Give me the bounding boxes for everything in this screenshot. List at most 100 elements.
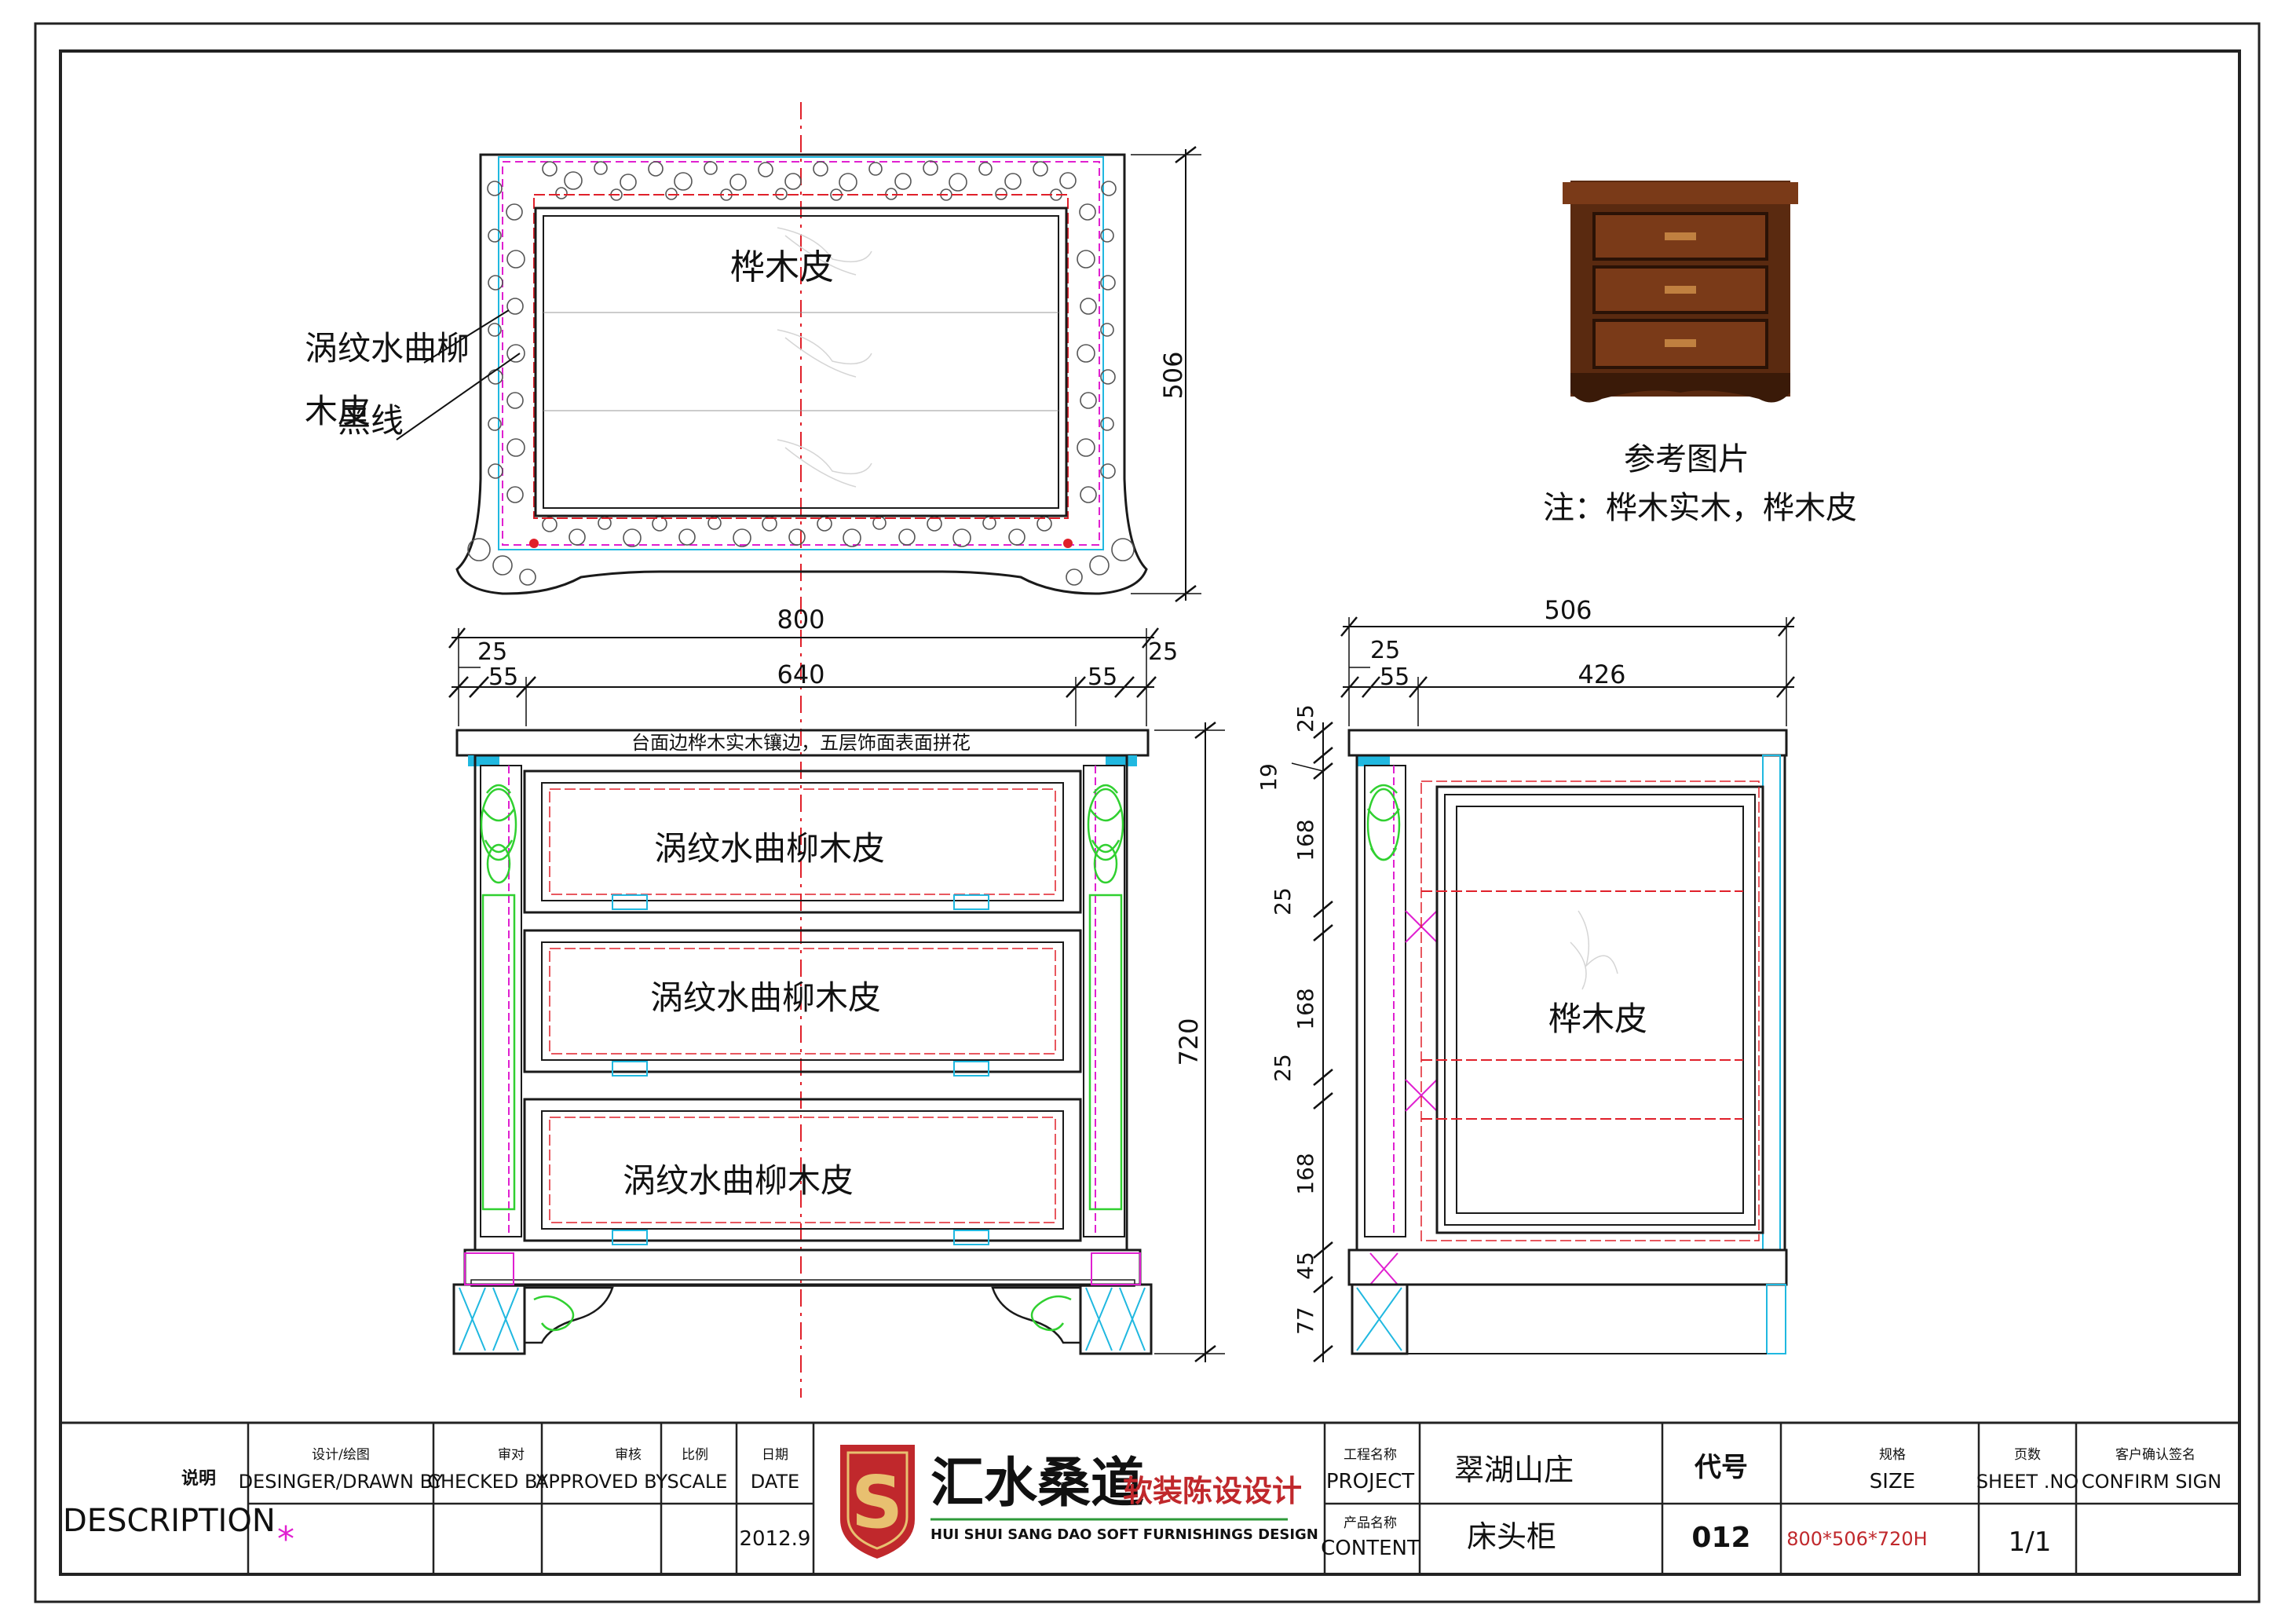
drawer-3-handle-left: [612, 1230, 648, 1245]
tb-checked-cn: 审对: [498, 1447, 525, 1463]
tb-sheet-en: SHEET .NO: [1976, 1471, 2078, 1493]
ref-handle-3: [1665, 339, 1696, 347]
tb-sheet-cn: 页数: [2014, 1447, 2041, 1463]
side-vdim-45: 45: [1292, 1252, 1318, 1280]
tb-designer-en: DESINGER/DRAWN BY: [239, 1471, 444, 1493]
drawer-1-handle-right: [953, 894, 989, 910]
front-cap-left: [468, 755, 499, 766]
tb-company-cn: 汇水桑道: [930, 1453, 1144, 1515]
side-dim-total: 506: [1544, 595, 1592, 625]
tb-size-en: SIZE: [1870, 1470, 1915, 1493]
tb-confirm-cn: 客户确认签名: [2115, 1447, 2195, 1463]
front-cap-right: [1106, 755, 1137, 766]
top-ornament-left: [487, 181, 525, 503]
company-logo: S: [840, 1445, 915, 1559]
drawer-1-handle-left: [612, 894, 648, 910]
front-drawer-1-label: 涡纹水曲柳木皮: [654, 829, 885, 868]
front-view: 800 25 25 55 55 640 台面边桦木实木镶边，五层饰面表面拼花 涡…: [448, 605, 1225, 1362]
side-back-post: [1762, 755, 1781, 1251]
side-vdim-77: 77: [1292, 1307, 1318, 1335]
top-callout-line3: 黑线: [338, 401, 404, 440]
front-carving-right: [1087, 784, 1124, 1211]
top-callout-line1: 涡纹水曲柳: [305, 329, 470, 367]
side-cap: [1357, 755, 1390, 766]
side-material-label: 桦木皮: [1548, 1000, 1647, 1038]
tb-company-en: HUI SHUI SANG DAO SOFT FURNISHINGS DESIG…: [930, 1526, 1318, 1543]
tb-scale-cn: 比例: [682, 1447, 708, 1463]
side-vdim-19-leader: [1291, 762, 1324, 772]
tb-desc-cn: 说明: [181, 1468, 216, 1489]
front-bracket-right-carve: [1030, 1295, 1072, 1332]
side-panel-grain: [1570, 910, 1618, 990]
top-band-magenta: [502, 161, 1100, 546]
drawing-sheet: 桦木皮 涡纹水曲柳 木皮 黑线 506 参考图片 注：桦木实木，桦木皮 800: [34, 22, 2261, 1603]
outer-border: [34, 22, 2261, 1603]
front-dim-640: 640: [777, 660, 824, 689]
tb-date-en: DATE: [751, 1471, 799, 1493]
side-vdim-25b: 25: [1270, 887, 1296, 916]
ref-cabinet-feet: [1570, 373, 1790, 403]
tb-project-en: PROJECT: [1326, 1470, 1414, 1493]
side-vdim-25a: 25: [1292, 704, 1318, 733]
side-view: 506 25 55 426 桦木皮 25 19 168 25 168 25 16…: [1256, 595, 1795, 1362]
ref-caption: 参考图片: [1624, 441, 1749, 477]
drawer-3-handle-right: [953, 1230, 989, 1245]
tb-confirm-en: CONFIRM SIGN: [2082, 1471, 2221, 1493]
front-foot-left: [452, 1252, 526, 1355]
side-cross-marks: [1369, 910, 1438, 1285]
tb-code-label: 代号: [1694, 1452, 1748, 1483]
front-dim-height: 720: [1174, 1018, 1204, 1066]
side-foot-left-x: [1356, 1287, 1402, 1351]
drawer-2-handle-right: [953, 1061, 989, 1077]
tb-date-value: 2012.9: [740, 1527, 811, 1551]
top-corner-dot-right: [1063, 539, 1073, 548]
front-carving-left: [480, 784, 517, 1211]
front-dim-55-right: 55: [1088, 663, 1117, 691]
tb-desc-en: DESCRIPTION: [63, 1503, 276, 1539]
tb-content-cn: 产品名称: [1344, 1515, 1397, 1531]
front-drawer-3-label: 涡纹水曲柳木皮: [623, 1161, 854, 1200]
tb-content-en: CONTENT: [1321, 1537, 1420, 1560]
front-bracket-left: [523, 1286, 614, 1344]
side-vdim-168c: 168: [1292, 1153, 1318, 1194]
tb-company-tag: 软装陈设设计: [1123, 1474, 1302, 1508]
front-top-note: 台面边桦木实木镶边，五层饰面表面拼花: [631, 732, 971, 754]
ref-handle-1: [1665, 232, 1696, 240]
top-corner-dot-left: [529, 539, 539, 548]
ref-note: 注：桦木实木，桦木皮: [1543, 490, 1857, 526]
top-dim-height: 506: [1158, 351, 1188, 399]
side-vdim-168b: 168: [1292, 988, 1318, 1029]
tb-project-value: 翠湖山庄: [1454, 1453, 1574, 1487]
front-foot-right: [1079, 1252, 1153, 1355]
side-vdim-19: 19: [1256, 763, 1281, 791]
tb-content-value: 床头柜: [1467, 1519, 1556, 1554]
top-material-label: 桦木皮: [730, 247, 834, 287]
tb-size-cn: 规格: [1879, 1447, 1906, 1463]
tb-size-value: 800*506*720H: [1786, 1528, 1927, 1550]
front-dim-25-right: 25: [1148, 638, 1178, 666]
front-bracket-right: [991, 1286, 1082, 1344]
side-post: [1364, 765, 1406, 1237]
side-top-slab: [1347, 729, 1788, 757]
tb-scale-en: SCALE: [667, 1471, 728, 1493]
ref-cabinet-top: [1563, 182, 1798, 204]
title-block: 说明 DESCRIPTION 设计/绘图 DESINGER/DRAWN BY 审…: [59, 1421, 2241, 1576]
reference-photo: 参考图片 注：桦木实木，桦木皮: [1543, 181, 1857, 526]
front-drawer-2-label: 涡纹水曲柳木皮: [650, 978, 881, 1017]
ref-handle-2: [1665, 286, 1696, 294]
front-dim-55-left: 55: [488, 663, 518, 691]
tb-code-value: 012: [1691, 1522, 1750, 1554]
side-vdim-168a: 168: [1292, 819, 1318, 861]
front-bracket-left-carve: [533, 1295, 575, 1332]
front-dim-width: 800: [777, 605, 824, 634]
tb-date-cn: 日期: [762, 1447, 788, 1463]
tb-approved-en: APPROVED BY: [536, 1471, 667, 1493]
side-dim-25: 25: [1370, 637, 1400, 664]
logo-letter: S: [851, 1460, 903, 1544]
tb-designer-cn: 设计/绘图: [312, 1447, 370, 1463]
side-vdim-25c: 25: [1270, 1054, 1296, 1082]
tb-approved-cn: 审核: [615, 1447, 642, 1463]
tb-checked-en: CHECKED BY: [427, 1471, 548, 1493]
side-base-rail: [1347, 1248, 1788, 1286]
side-dim-55: 55: [1380, 663, 1409, 691]
